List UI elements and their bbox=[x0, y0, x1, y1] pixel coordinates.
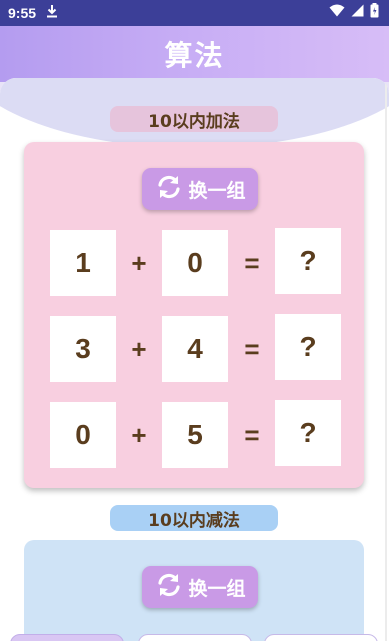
operand-a: 0 bbox=[50, 402, 116, 468]
operand-a: 1 bbox=[50, 230, 116, 296]
operator-plus: + bbox=[131, 247, 147, 278]
subtraction-swap-button[interactable]: 换一组 bbox=[142, 566, 258, 608]
status-bar: 9:55 bbox=[0, 0, 389, 26]
bottom-tab[interactable] bbox=[10, 634, 124, 641]
battery-icon bbox=[370, 3, 379, 23]
operator-plus: + bbox=[131, 333, 147, 364]
subtraction-swap-label: 换一组 bbox=[188, 577, 246, 600]
wifi-icon bbox=[329, 4, 345, 22]
answer-box[interactable]: ? bbox=[275, 228, 341, 294]
addition-swap-label: 换一组 bbox=[188, 179, 246, 202]
operator-equals: = bbox=[244, 247, 260, 278]
addition-panel: 换一组 1 + 0 = ? 3 + 4 = ? 0 + 5 = ? bbox=[24, 142, 364, 488]
scrollbar-track bbox=[385, 78, 387, 641]
download-icon bbox=[46, 4, 58, 23]
addition-swap-button[interactable]: 换一组 bbox=[142, 168, 258, 210]
operator-equals: = bbox=[244, 333, 260, 364]
app-header: 算法 bbox=[0, 26, 389, 82]
operand-a: 3 bbox=[50, 316, 116, 382]
content-area[interactable]: 10以内加法 换一组 1 + 0 = ? 3 + 4 = ? 0 + 5 = ?… bbox=[0, 78, 389, 641]
signal-icon bbox=[351, 4, 364, 22]
bottom-tab[interactable] bbox=[138, 634, 252, 641]
answer-box[interactable]: ? bbox=[275, 400, 341, 466]
operand-b: 5 bbox=[162, 402, 228, 468]
bottom-tab-bar bbox=[0, 634, 389, 641]
answer-box[interactable]: ? bbox=[275, 314, 341, 380]
page-title: 算法 bbox=[164, 39, 225, 72]
status-right bbox=[329, 3, 379, 23]
refresh-icon bbox=[154, 172, 184, 207]
operator-equals: = bbox=[244, 419, 260, 450]
addition-section-label: 10以内加法 bbox=[110, 106, 278, 132]
subtraction-panel: 换一组 bbox=[24, 540, 364, 641]
refresh-icon bbox=[154, 570, 184, 605]
equation-row: 3 + 4 = ? bbox=[24, 314, 364, 382]
operand-b: 4 bbox=[162, 316, 228, 382]
operator-plus: + bbox=[131, 419, 147, 450]
operand-b: 0 bbox=[162, 230, 228, 296]
equation-row: 0 + 5 = ? bbox=[24, 400, 364, 468]
status-time: 9:55 bbox=[8, 5, 37, 21]
subtraction-section-label: 10以内减法 bbox=[110, 505, 278, 531]
bottom-tab[interactable] bbox=[264, 634, 378, 641]
status-left: 9:55 bbox=[8, 4, 58, 23]
equation-row: 1 + 0 = ? bbox=[24, 228, 364, 296]
